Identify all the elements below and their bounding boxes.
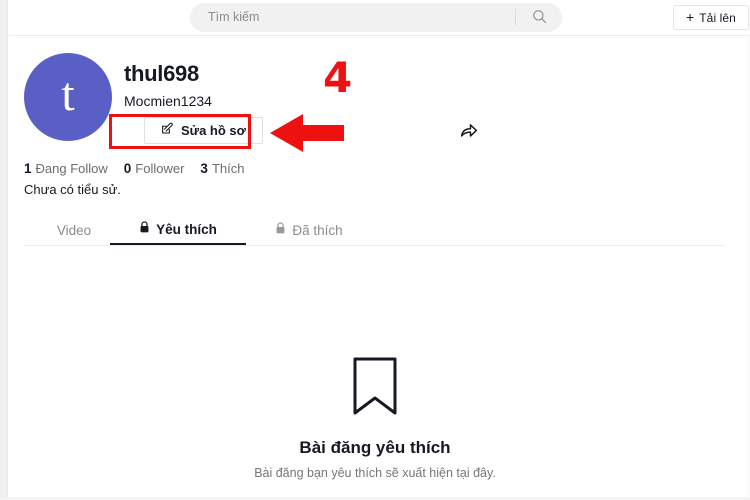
lock-icon [275, 221, 286, 239]
search-icon [532, 9, 547, 27]
top-header: + Tải lên [9, 0, 750, 36]
lock-icon [139, 220, 150, 238]
stat-followers-label: Follower [135, 161, 185, 176]
tab-favorites[interactable]: Yêu thích [110, 215, 246, 245]
upload-button-label: Tải lên [699, 10, 736, 25]
edit-pencil-icon [161, 122, 174, 140]
profile-stats: 1 Đang Follow 0 Follower 3 Thích [24, 161, 244, 176]
profile-bio: Chưa có tiểu sử. [24, 182, 121, 197]
search-input[interactable] [190, 4, 508, 31]
avatar[interactable]: t [24, 53, 112, 141]
stat-followers-count: 0 [123, 161, 132, 176]
stat-following[interactable]: 1 Đang Follow [24, 161, 108, 176]
annotation-step-number: 4 [323, 53, 353, 102]
bookmark-icon [351, 355, 399, 422]
tab-liked-label: Đã thích [292, 222, 343, 238]
empty-state-title: Bài đăng yêu thích [299, 438, 451, 457]
profile-page: + Tải lên t thul698 Mocmien1234 Sửa hồ s… [0, 0, 750, 500]
profile-tabs: Video Yêu thích Đã thích [24, 215, 724, 246]
tab-favorites-label: Yêu thích [156, 221, 217, 237]
edit-profile-button[interactable]: Sửa hồ sơ [144, 117, 263, 144]
search-bar[interactable] [190, 3, 562, 32]
stat-likes-count: 3 [200, 161, 208, 176]
avatar-letter: t [61, 68, 75, 121]
stat-likes[interactable]: 3 Thích [200, 161, 244, 176]
stat-likes-label: Thích [211, 161, 245, 176]
stat-followers[interactable]: 0 Follower [124, 161, 185, 176]
empty-state-subtitle: Bài đăng bạn yêu thích sẽ xuất hiện tại … [254, 466, 496, 480]
tab-liked[interactable]: Đã thích [254, 215, 364, 245]
upload-button[interactable]: + Tải lên [673, 5, 749, 30]
share-button[interactable] [458, 119, 482, 143]
tab-video[interactable]: Video [42, 215, 106, 245]
edit-profile-label: Sửa hồ sơ [181, 123, 246, 138]
empty-state: Bài đăng yêu thích Bài đăng bạn yêu thíc… [0, 355, 750, 480]
plus-icon: + [686, 8, 695, 25]
search-button[interactable] [516, 3, 562, 32]
tab-video-label: Video [56, 222, 92, 238]
stat-following-label: Đang Follow [35, 161, 108, 176]
display-name: Mocmien1234 [124, 93, 212, 109]
stat-following-count: 1 [24, 161, 32, 176]
share-arrow-icon [458, 124, 480, 145]
annotation-left-arrow [270, 112, 344, 159]
page-title: thul698 [124, 61, 199, 86]
